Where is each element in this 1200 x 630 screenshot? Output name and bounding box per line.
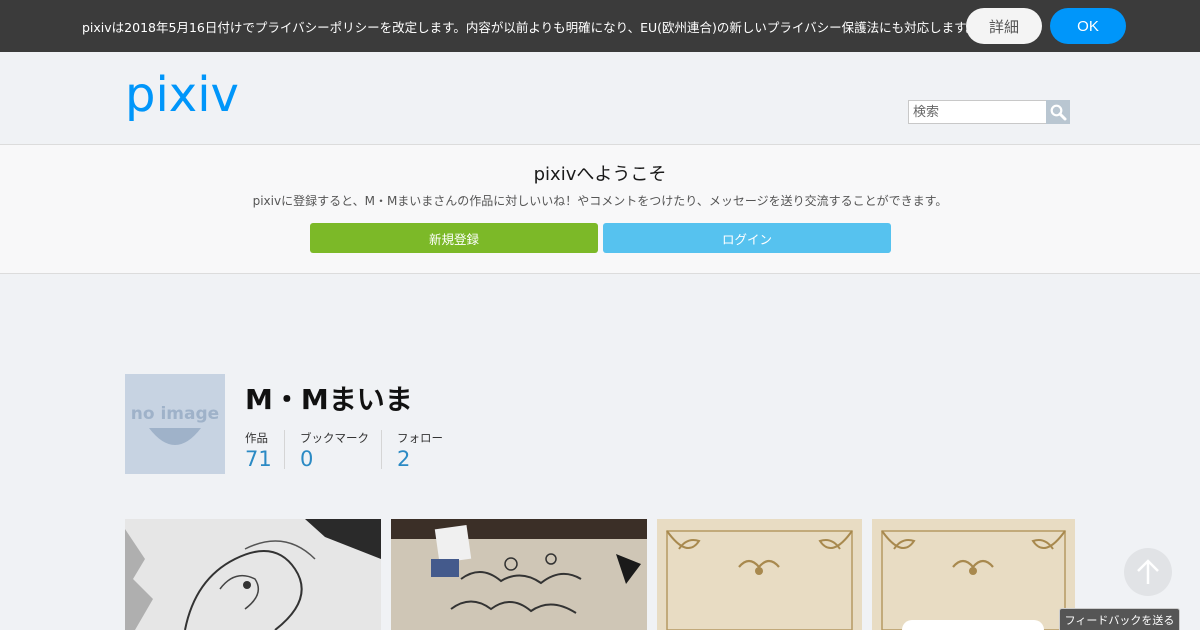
stat-follow-value: 2: [397, 447, 411, 471]
stat-bookmarks[interactable]: ブックマーク 0: [300, 430, 369, 471]
search-box: [908, 100, 1070, 124]
no-image-placeholder: no image: [131, 404, 219, 445]
search-icon: [1050, 104, 1067, 121]
work-thumbnail-image: [657, 519, 862, 630]
work-thumbnail[interactable]: [125, 519, 381, 630]
stat-follow-label: フォロー: [397, 431, 443, 445]
avatar[interactable]: no image: [125, 374, 225, 474]
pixiv-logo[interactable]: pixiv: [125, 74, 251, 126]
overlay-pill[interactable]: [902, 620, 1044, 630]
scroll-top-button[interactable]: [1124, 548, 1172, 596]
logo-text: pixiv: [125, 74, 239, 123]
privacy-notice-bar: pixivは2018年5月16日付けでプライバシーポリシーを改定します。内容が以…: [0, 0, 1200, 52]
work-thumbnail-image: [872, 519, 1075, 630]
work-thumbnail[interactable]: [657, 519, 862, 630]
avatar-placeholder-text: no image: [131, 404, 219, 424]
feedback-button[interactable]: フィードバックを送る: [1059, 608, 1180, 630]
work-thumbnail-image: [125, 519, 381, 630]
welcome-description: pixivに登録すると、M・Mまいまさんの作品に対しいいね！やコメントをつけたり…: [252, 194, 948, 208]
work-thumbnail[interactable]: [391, 519, 647, 630]
search-input[interactable]: [908, 100, 1047, 124]
arrow-up-icon: [1137, 559, 1159, 584]
stat-works-value: 71: [245, 447, 272, 471]
login-button[interactable]: ログイン: [603, 223, 891, 253]
stat-bookmarks-label: ブックマーク: [300, 431, 369, 445]
privacy-notice-text: pixivは2018年5月16日付けでプライバシーポリシーを改定します。内容が以…: [82, 20, 978, 35]
work-thumbnail[interactable]: [872, 519, 1075, 630]
welcome-title: pixivへようこそ: [533, 164, 667, 185]
user-name: M・Mまいま: [245, 383, 413, 416]
stat-works[interactable]: 作品 71: [245, 430, 272, 471]
stat-divider: [284, 430, 285, 469]
register-button[interactable]: 新規登録: [310, 223, 598, 253]
stat-follow[interactable]: フォロー 2: [397, 430, 443, 471]
stat-bookmarks-value: 0: [300, 447, 314, 471]
privacy-ok-button[interactable]: OK: [1050, 8, 1126, 44]
welcome-panel: pixivへようこそ pixivに登録すると、M・Mまいまさんの作品に対しいいね…: [0, 144, 1200, 274]
search-button[interactable]: [1046, 100, 1070, 124]
stat-works-label: 作品: [245, 431, 268, 445]
work-thumbnail-image: [391, 519, 647, 630]
stat-divider: [381, 430, 382, 469]
privacy-detail-button[interactable]: 詳細: [966, 8, 1042, 44]
